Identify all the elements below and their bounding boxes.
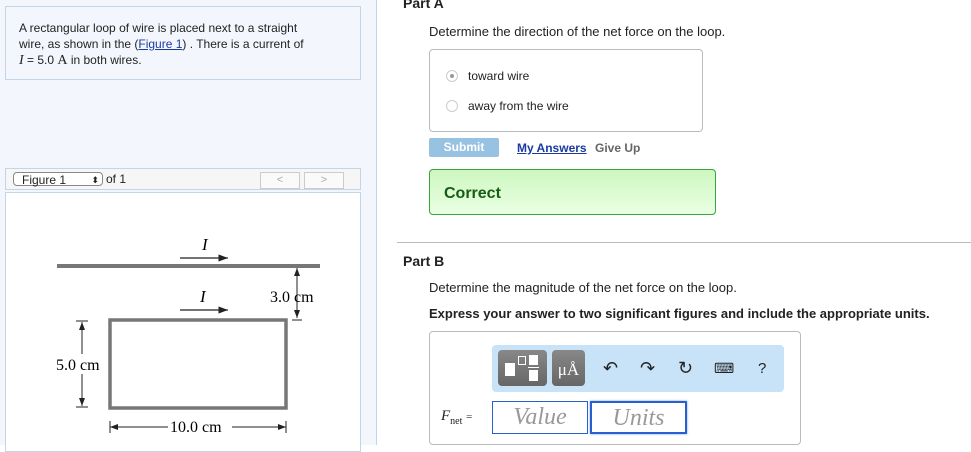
submit-button[interactable]: Submit	[429, 138, 499, 157]
height-label: 5.0 cm	[56, 357, 100, 374]
undo-icon[interactable]: ↶	[603, 358, 618, 379]
fnet-label: Fnet =	[441, 408, 472, 427]
subscript: net	[450, 416, 463, 427]
gap-label: 3.0 cm	[270, 289, 314, 306]
option-label[interactable]: toward wire	[468, 69, 529, 83]
option-label[interactable]: away from the wire	[468, 99, 569, 113]
var: F	[441, 408, 451, 424]
units-input[interactable]: Units	[590, 401, 687, 434]
radio-toward-wire[interactable]	[446, 70, 458, 82]
width-label: 10.0 cm	[170, 419, 222, 436]
template-button[interactable]	[498, 350, 547, 386]
answer-choices: toward wire away from the wire	[429, 49, 703, 132]
current-label-loop: I	[199, 287, 207, 306]
current-label-top: I	[201, 235, 209, 254]
redo-icon[interactable]: ↷	[640, 358, 655, 379]
part-a-question: Determine the direction of the net force…	[429, 24, 726, 39]
help-button[interactable]: ?	[758, 360, 766, 377]
my-answers-link[interactable]: My Answers	[517, 141, 587, 155]
part-b-question: Determine the magnitude of the net force…	[429, 280, 737, 295]
part-b-instruction: Express your answer to two significant f…	[429, 306, 930, 321]
wire-loop	[108, 318, 288, 410]
radio-away-from-wire[interactable]	[446, 100, 458, 112]
units-button[interactable]: μÅ	[552, 350, 585, 386]
part-b-title: Part B	[403, 253, 445, 269]
divider	[397, 242, 971, 243]
equals: =	[466, 411, 473, 423]
reset-icon[interactable]: ↻	[678, 358, 693, 379]
part-a-title: Part A	[403, 0, 444, 11]
feedback-correct: Correct	[429, 169, 716, 215]
keyboard-icon[interactable]: ⌨	[714, 360, 734, 377]
value-input[interactable]: Value	[492, 401, 588, 434]
figure-diagram: I I 3.0 cm 5.0 cm 10.0 cm	[56, 235, 320, 437]
give-up-link[interactable]: Give Up	[595, 141, 640, 155]
left-panel: A rectangular loop of wire is placed nex…	[0, 0, 377, 452]
math-toolbar: μÅ ↶ ↷ ↻ ⌨ ?	[492, 345, 784, 392]
answer-box: μÅ ↶ ↷ ↻ ⌨ ? Fnet = Value Units	[429, 331, 801, 445]
